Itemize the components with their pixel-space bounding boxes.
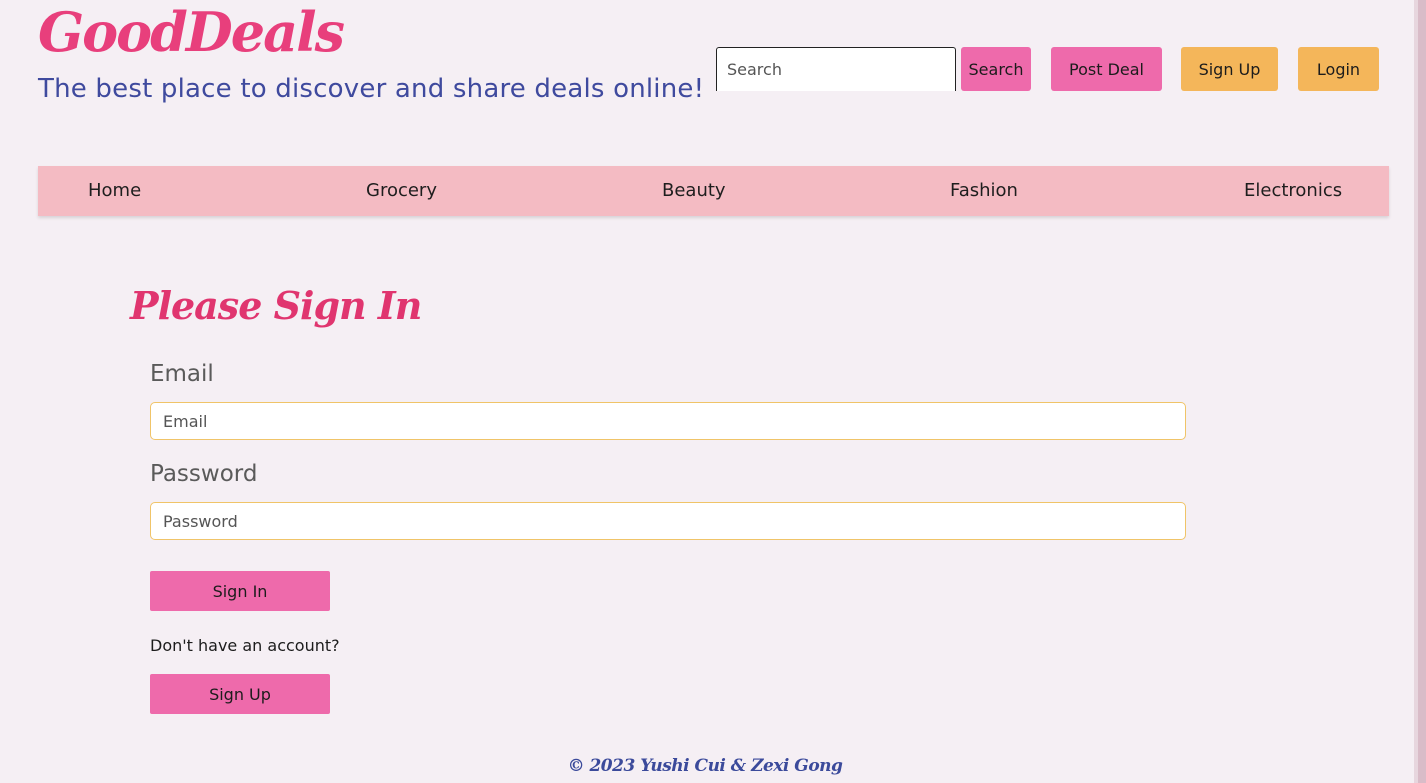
email-label: Email (150, 361, 214, 387)
search-input[interactable] (716, 47, 956, 91)
site-tagline: The best place to discover and share dea… (38, 74, 705, 104)
password-label: Password (150, 461, 258, 487)
nav-item-grocery[interactable]: Grocery (366, 166, 437, 216)
nav-item-electronics[interactable]: Electronics (1244, 166, 1342, 216)
window-edge (1418, 0, 1426, 783)
nav-item-fashion[interactable]: Fashion (950, 166, 1018, 216)
sign-in-button[interactable]: Sign In (150, 571, 330, 611)
nav-item-home[interactable]: Home (88, 166, 141, 216)
footer-copyright: © 2023 Yushi Cui & Zexi Gong (567, 756, 843, 776)
page-title: Please Sign In (130, 283, 422, 328)
nav-item-beauty[interactable]: Beauty (662, 166, 726, 216)
search-button[interactable]: Search (961, 47, 1031, 91)
header-sign-up-button[interactable]: Sign Up (1181, 47, 1278, 91)
sign-up-button[interactable]: Sign Up (150, 674, 330, 714)
no-account-text: Don't have an account? (150, 636, 340, 655)
category-navbar: Home Grocery Beauty Fashion Electronics (38, 166, 1389, 216)
login-button[interactable]: Login (1298, 47, 1379, 91)
email-field[interactable] (150, 402, 1186, 440)
password-field[interactable] (150, 502, 1186, 540)
brand-logo[interactable]: GoodDeals (38, 0, 345, 64)
post-deal-button[interactable]: Post Deal (1051, 47, 1162, 91)
